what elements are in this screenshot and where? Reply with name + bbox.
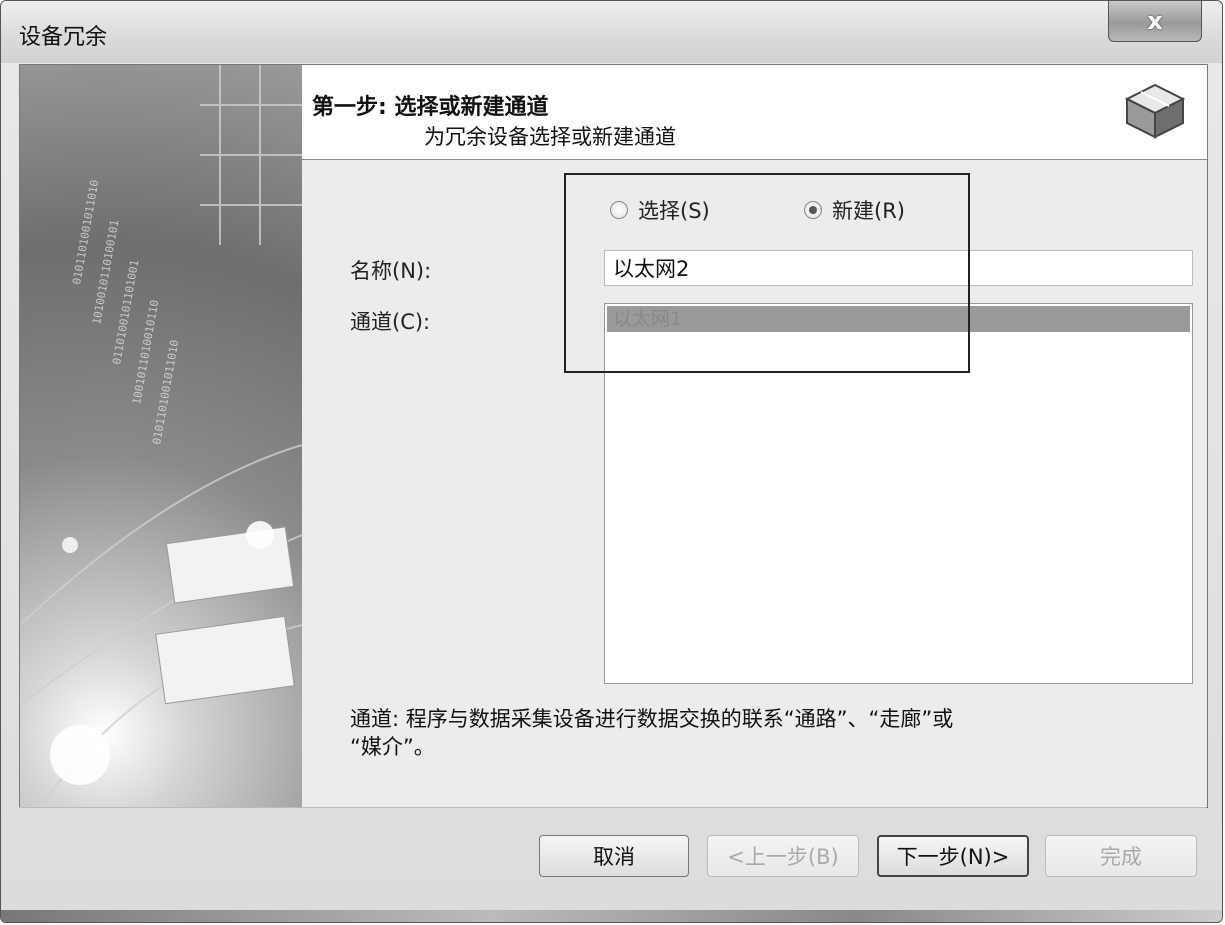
- name-label: 名称(N):: [350, 259, 432, 283]
- footer-separator: [19, 807, 1206, 808]
- svg-text:0110100101101001: 0110100101101001: [110, 259, 141, 366]
- step-subtitle: 为冗余设备选择或新建通道: [424, 125, 676, 149]
- radio-new-label: 新建(R): [832, 199, 905, 223]
- radio-new-circle[interactable]: [804, 201, 822, 219]
- wizard-header: 第一步: 选择或新建通道 为冗余设备选择或新建通道: [302, 65, 1207, 160]
- wizard-body: 选择(S) 新建(R) 名称(N): 通道(C): 以太网1 通道: 程序与数据…: [302, 160, 1207, 807]
- side-image-art: 0101101001011010 1010010110100101 011010…: [20, 65, 302, 807]
- radio-select-label: 选择(S): [638, 199, 710, 223]
- wizard-client-area: 0101101001011010 1010010110100101 011010…: [19, 64, 1208, 808]
- window-title: 设备冗余: [19, 25, 108, 50]
- dialog-window: 设备冗余 x 0101101001011010 1010010110100101…: [0, 0, 1223, 923]
- close-icon: x: [1147, 7, 1163, 35]
- channel-description: 通道: 程序与数据采集设备进行数据交换的联系“通路”、“走廊”或 “媒介”。: [350, 705, 1150, 761]
- step-title: 第一步: 选择或新建通道: [312, 95, 549, 120]
- channel-label: 通道(C):: [350, 310, 431, 334]
- description-line-1: 通道: 程序与数据采集设备进行数据交换的联系“通路”、“走廊”或: [350, 707, 954, 731]
- wizard-side-image: 0101101001011010 1010010110100101 011010…: [20, 65, 302, 807]
- radio-select[interactable]: 选择(S): [610, 195, 710, 225]
- radio-new[interactable]: 新建(R): [804, 195, 905, 225]
- finish-button[interactable]: 完成: [1045, 835, 1197, 877]
- title-bar[interactable]: 设备冗余 x: [1, 1, 1222, 63]
- next-button[interactable]: 下一步(N)>: [877, 835, 1029, 877]
- list-item[interactable]: 以太网1: [607, 306, 1190, 332]
- wizard-box-icon: [1124, 83, 1186, 139]
- svg-text:0101101001011010: 0101101001011010: [150, 339, 181, 446]
- svg-text:0101101001011010: 0101101001011010: [70, 179, 101, 286]
- close-button[interactable]: x: [1108, 1, 1202, 42]
- cancel-button[interactable]: 取消: [539, 835, 689, 877]
- channel-list[interactable]: 以太网1: [604, 303, 1193, 684]
- window-bottom-border: [1, 910, 1222, 922]
- name-input[interactable]: [604, 250, 1193, 286]
- svg-text:1001011010010110: 1001011010010110: [130, 299, 161, 406]
- svg-text:1010010110100101: 1010010110100101: [90, 219, 121, 326]
- description-line-2: “媒介”。: [350, 735, 435, 759]
- back-button[interactable]: <上一步(B): [707, 835, 859, 877]
- radio-select-circle[interactable]: [610, 201, 628, 219]
